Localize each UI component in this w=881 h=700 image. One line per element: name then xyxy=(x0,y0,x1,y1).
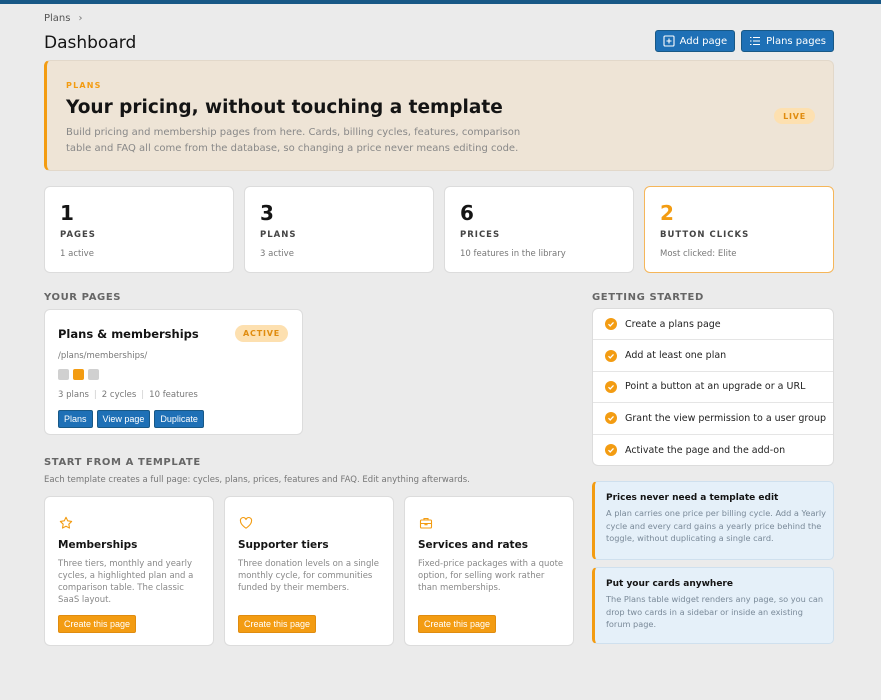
template-name: Supporter tiers xyxy=(238,539,329,551)
page-card: Plans & memberships ACTIVE /plans/member… xyxy=(44,309,303,435)
checklist-item: Activate the page and the add-on xyxy=(593,435,833,465)
stat-sub: 10 features in the library xyxy=(460,249,566,259)
checklist-label: Add at least one plan xyxy=(625,350,727,362)
checklist-label: Create a plans page xyxy=(625,318,721,330)
template-description: Three tiers, monthly and yearly cycles, … xyxy=(58,559,194,605)
stat-card-button-clicks: 2 BUTTON CLICKS Most clicked: Elite xyxy=(644,186,834,273)
check-icon xyxy=(605,349,617,362)
template-name: Services and rates xyxy=(418,539,528,551)
tip-description: A plan carries one price per billing cyc… xyxy=(606,508,826,543)
add-page-button[interactable]: Add page xyxy=(654,30,736,52)
stat-value: 2 xyxy=(660,201,674,225)
top-accent-bar xyxy=(0,0,881,4)
breadcrumb-plans[interactable]: Plans xyxy=(44,13,70,24)
create-page-button[interactable]: Create this page xyxy=(58,615,137,633)
getting-started-heading: GETTING STARTED xyxy=(592,292,704,303)
stat-sub: Most clicked: Elite xyxy=(660,249,737,259)
cycles-count: 2 cycles xyxy=(101,390,137,400)
page-card-actions: Plans View page Duplicate xyxy=(58,410,204,428)
create-page-button[interactable]: Create this page xyxy=(238,615,317,633)
page-title: Dashboard xyxy=(44,33,137,53)
stat-label: BUTTON CLICKS xyxy=(660,230,750,240)
stat-sub: 1 active xyxy=(60,249,94,259)
page-card-path: /plans/memberships/ xyxy=(58,351,148,361)
checklist-item: Add at least one plan xyxy=(593,340,833,372)
template-card-services-and-rates: Services and rates Fixed-price packages … xyxy=(404,496,574,646)
check-icon xyxy=(605,444,617,457)
live-badge: LIVE xyxy=(774,108,815,124)
create-page-button[interactable]: Create this page xyxy=(418,615,497,633)
tip-card-cards-anywhere: Put your cards anywhere The Plans table … xyxy=(592,567,834,644)
swatch xyxy=(58,369,69,380)
tip-description: The Plans table widget renders any page,… xyxy=(606,594,824,629)
checklist-item: Point a button at an upgrade or a URL xyxy=(593,372,833,404)
template-card-supporter-tiers: Supporter tiers Three donation levels on… xyxy=(224,496,394,646)
stat-card-plans: 3 PLANS 3 active xyxy=(244,186,434,273)
checklist-item: Grant the view permission to a user grou… xyxy=(593,403,833,435)
stat-value: 1 xyxy=(60,201,74,225)
plans-pages-button[interactable]: Plans pages xyxy=(741,30,834,52)
template-name: Memberships xyxy=(58,539,138,551)
list-icon xyxy=(749,35,761,47)
plus-square-icon xyxy=(663,35,675,47)
checklist-item: Create a plans page xyxy=(593,309,833,341)
getting-started-checklist: Create a plans page Add at least one pla… xyxy=(592,308,834,466)
checklist-label: Activate the page and the add-on xyxy=(625,444,786,456)
tip-card-prices: Prices never need a template edit A plan… xyxy=(592,481,834,560)
swatch-active xyxy=(73,369,84,380)
stat-label: PLANS xyxy=(260,230,297,240)
star-icon xyxy=(59,515,73,529)
swatch xyxy=(88,369,99,380)
view-page-button[interactable]: View page xyxy=(96,410,151,428)
duplicate-button[interactable]: Duplicate xyxy=(154,410,204,428)
stat-value: 3 xyxy=(260,201,274,225)
template-description: Three donation levels on a single monthl… xyxy=(238,559,379,593)
page-card-meta: 3 plans | 2 cycles | 10 features xyxy=(58,390,198,400)
stat-label: PAGES xyxy=(60,230,96,240)
hero-title: Your pricing, without touching a templat… xyxy=(66,97,503,118)
header-actions: Add page Plans pages xyxy=(654,30,834,52)
plans-button[interactable]: Plans xyxy=(58,410,93,428)
meta-divider: | xyxy=(141,390,145,400)
stat-card-prices: 6 PRICES 10 features in the library xyxy=(444,186,634,273)
stat-value: 6 xyxy=(460,201,474,225)
templates-heading: START FROM A TEMPLATE xyxy=(44,457,201,468)
meta-divider: | xyxy=(93,390,97,400)
tip-title: Prices never need a template edit xyxy=(606,493,779,503)
template-card-memberships: Memberships Three tiers, monthly and yea… xyxy=(44,496,214,646)
heart-icon xyxy=(239,515,253,529)
hero-description: Build pricing and membership pages from … xyxy=(66,127,521,154)
briefcase-icon xyxy=(419,515,433,529)
page-card-name: Plans & memberships xyxy=(58,327,199,341)
check-icon xyxy=(605,380,617,393)
chevron-right-icon: › xyxy=(78,13,83,24)
stat-label: PRICES xyxy=(460,230,501,240)
stat-card-pages: 1 PAGES 1 active xyxy=(44,186,234,273)
check-icon xyxy=(605,412,617,425)
template-description: Fixed-price packages with a quote option… xyxy=(418,559,564,593)
plans-pages-label: Plans pages xyxy=(766,35,826,47)
tip-title: Put your cards anywhere xyxy=(606,579,733,589)
plans-count: 3 plans xyxy=(58,390,89,400)
status-badge: ACTIVE xyxy=(235,325,288,342)
features-count: 10 features xyxy=(149,390,198,400)
add-page-label: Add page xyxy=(679,35,728,47)
stat-sub: 3 active xyxy=(260,249,294,259)
your-pages-heading: YOUR PAGES xyxy=(44,292,122,303)
breadcrumb: Plans › xyxy=(44,13,82,24)
hero-banner: PLANS Your pricing, without touching a t… xyxy=(44,60,834,171)
check-icon xyxy=(605,318,617,331)
hero-eyebrow: PLANS xyxy=(66,81,102,90)
checklist-label: Point a button at an upgrade or a URL xyxy=(625,381,806,393)
checklist-label: Grant the view permission to a user grou… xyxy=(625,412,826,424)
page-card-swatches xyxy=(58,369,99,380)
templates-description: Each template creates a full page: cycle… xyxy=(44,475,470,485)
